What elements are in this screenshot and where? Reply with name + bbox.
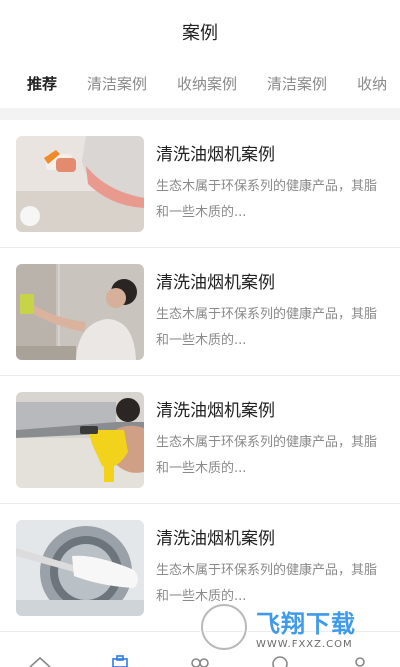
category-tabs: 推荐 清洁案例 收纳案例 清洁案例 收纳 bbox=[0, 64, 400, 108]
tab-cleaning-cases[interactable]: 清洁案例 bbox=[87, 64, 147, 108]
list-item[interactable]: 清洗油烟机案例 生态木属于环保系列的健康产品，其脂和一些木质的... bbox=[0, 248, 400, 376]
item-description: 生态木属于环保系列的健康产品，其脂和一些木质的... bbox=[156, 179, 378, 220]
tab-cleaning-cases-2[interactable]: 清洁案例 bbox=[267, 64, 327, 108]
watermark-logo: 飞翔下载 WWW.FXXZ.COM bbox=[196, 598, 392, 656]
list-item[interactable]: 清洗油烟机案例 生态木属于环保系列的健康产品，其脂和一些木质的... bbox=[0, 376, 400, 504]
tab-storage-cases[interactable]: 收纳案例 bbox=[177, 64, 237, 108]
watermark-url: WWW.FXXZ.COM bbox=[256, 639, 353, 650]
page-title: 案例 bbox=[182, 23, 218, 44]
steam-cleaning-hood-photo bbox=[16, 392, 144, 488]
tab-recommended[interactable]: 推荐 bbox=[27, 64, 57, 108]
cases-icon[interactable] bbox=[107, 653, 133, 667]
item-description: 生态木属于环保系列的健康产品，其脂和一些木质的... bbox=[156, 435, 378, 476]
page-title-bar: 案例 bbox=[0, 0, 400, 64]
tab-storage-partial[interactable]: 收纳 bbox=[357, 64, 387, 108]
spray-cleaning-photo bbox=[16, 136, 144, 232]
item-title: 清洗油烟机案例 bbox=[156, 401, 275, 421]
watermark-text: 飞翔下载 bbox=[256, 610, 356, 638]
item-description: 生态木属于环保系列的健康产品，其脂和一些木质的... bbox=[156, 307, 378, 348]
item-title: 清洗油烟机案例 bbox=[156, 529, 275, 549]
services-icon[interactable] bbox=[187, 653, 213, 667]
bottom-nav bbox=[0, 653, 400, 667]
home-icon[interactable] bbox=[27, 653, 53, 667]
watermark-emblem-icon bbox=[199, 602, 249, 652]
woman-wiping-wall-photo bbox=[16, 264, 144, 360]
item-title: 清洗油烟机案例 bbox=[156, 145, 275, 165]
washing-machine-brush-photo bbox=[16, 520, 144, 616]
list-item[interactable]: 清洗油烟机案例 生态木属于环保系列的健康产品，其脂和一些木质的... bbox=[0, 120, 400, 248]
profile-icon[interactable] bbox=[347, 653, 373, 667]
compass-icon[interactable] bbox=[267, 653, 293, 667]
item-title: 清洗油烟机案例 bbox=[156, 273, 275, 293]
case-list: 清洗油烟机案例 生态木属于环保系列的健康产品，其脂和一些木质的... 清洗油烟机… bbox=[0, 120, 400, 632]
section-divider bbox=[0, 108, 400, 120]
